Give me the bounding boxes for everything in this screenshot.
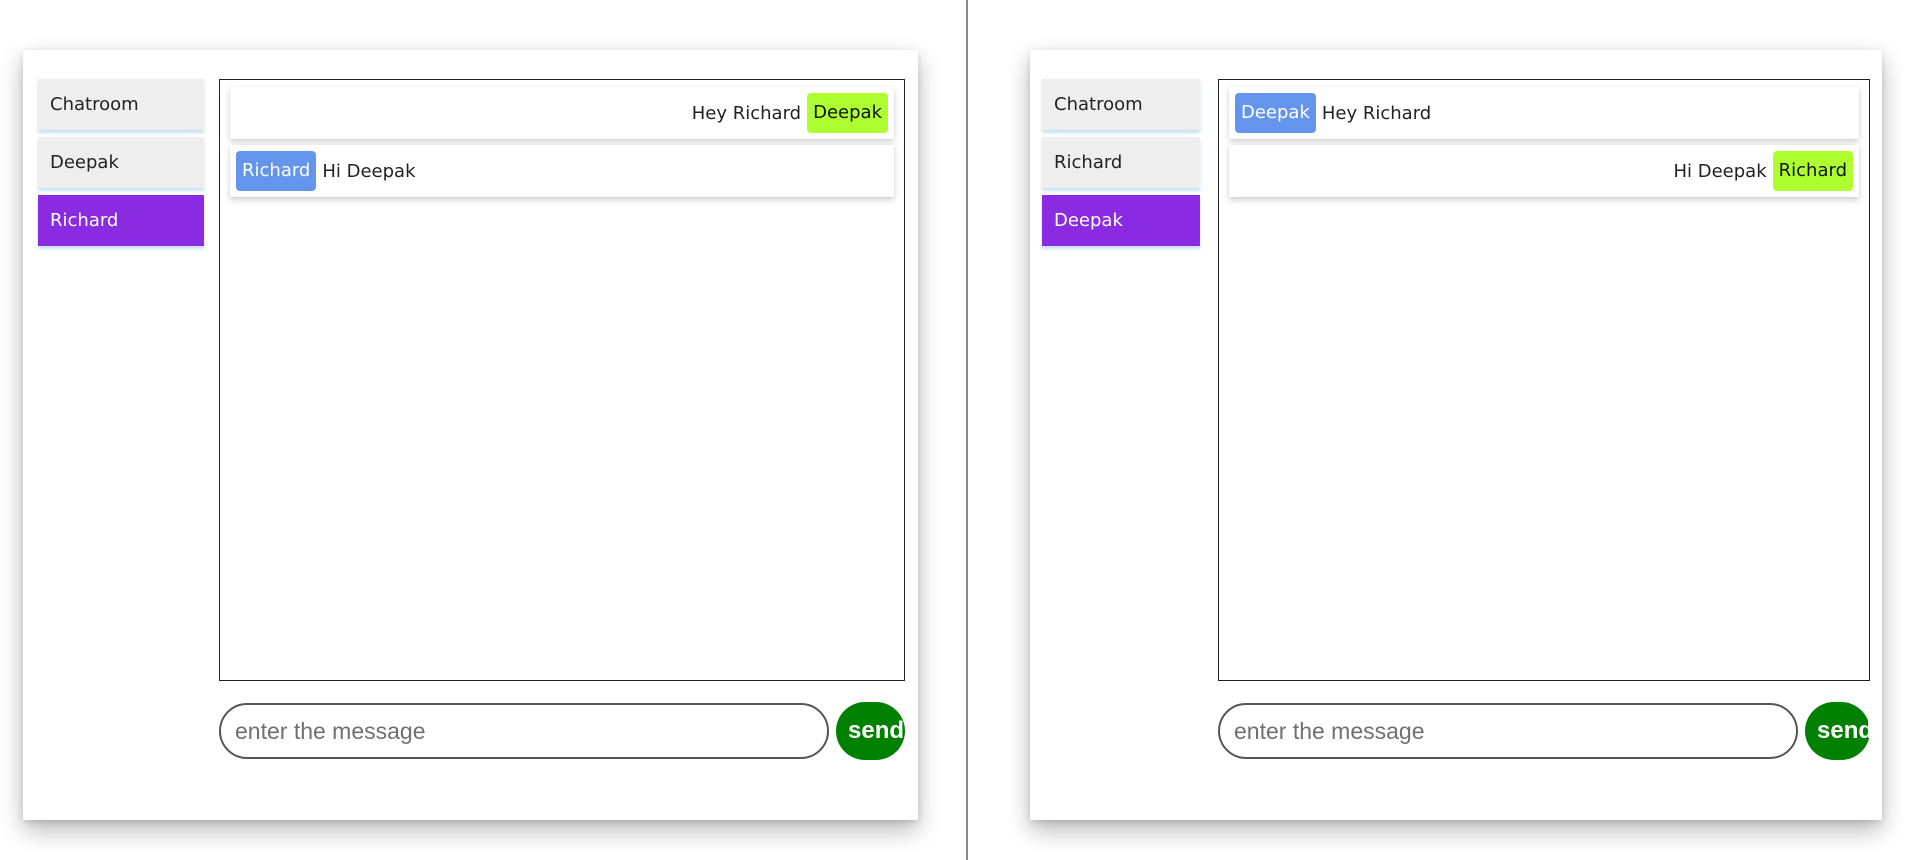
message-list: Hey Richard Deepak Richard Hi Deepak <box>219 79 905 681</box>
sidebar-item-richard[interactable]: Richard <box>1042 137 1200 188</box>
right-browser-window: Chatroom Richard Deepak Deepak Hey Richa… <box>968 0 1918 860</box>
message-list: Deepak Hey Richard Hi Deepak Richard <box>1218 79 1870 681</box>
message-row: Richard Hi Deepak <box>230 145 894 197</box>
send-button[interactable]: send <box>836 702 905 760</box>
sender-badge: Richard <box>236 151 317 191</box>
message-text: Hey Richard <box>1321 102 1432 124</box>
message-row: Hey Richard Deepak <box>230 87 894 139</box>
message-text: Hey Richard <box>691 102 802 124</box>
sender-badge: Deepak <box>1235 93 1316 133</box>
sender-badge: Richard <box>1772 151 1853 191</box>
message-input[interactable] <box>1218 703 1798 759</box>
sidebar-item-deepak[interactable]: Deepak <box>38 137 204 188</box>
message-row: Deepak Hey Richard <box>1229 87 1859 139</box>
sidebar-item-richard[interactable]: Richard <box>38 195 204 246</box>
user-sidebar: Chatroom Deepak Richard <box>38 79 204 253</box>
chat-app-card: Chatroom Deepak Richard Hey Richard Deep… <box>23 50 918 820</box>
sender-badge: Deepak <box>807 93 888 133</box>
message-composer: send <box>219 702 905 760</box>
sidebar-item-chatroom[interactable]: Chatroom <box>38 79 204 130</box>
message-input[interactable] <box>219 703 829 759</box>
message-composer: send <box>1218 702 1870 760</box>
message-text: Hi Deepak <box>1673 160 1767 182</box>
send-button[interactable]: send <box>1805 702 1870 760</box>
user-sidebar: Chatroom Richard Deepak <box>1042 79 1200 253</box>
sidebar-item-chatroom[interactable]: Chatroom <box>1042 79 1200 130</box>
sidebar-item-deepak[interactable]: Deepak <box>1042 195 1200 246</box>
left-browser-window: Chatroom Deepak Richard Hey Richard Deep… <box>0 0 966 860</box>
message-text: Hi Deepak <box>322 160 416 182</box>
message-row: Hi Deepak Richard <box>1229 145 1859 197</box>
chat-app-card: Chatroom Richard Deepak Deepak Hey Richa… <box>1030 50 1882 820</box>
